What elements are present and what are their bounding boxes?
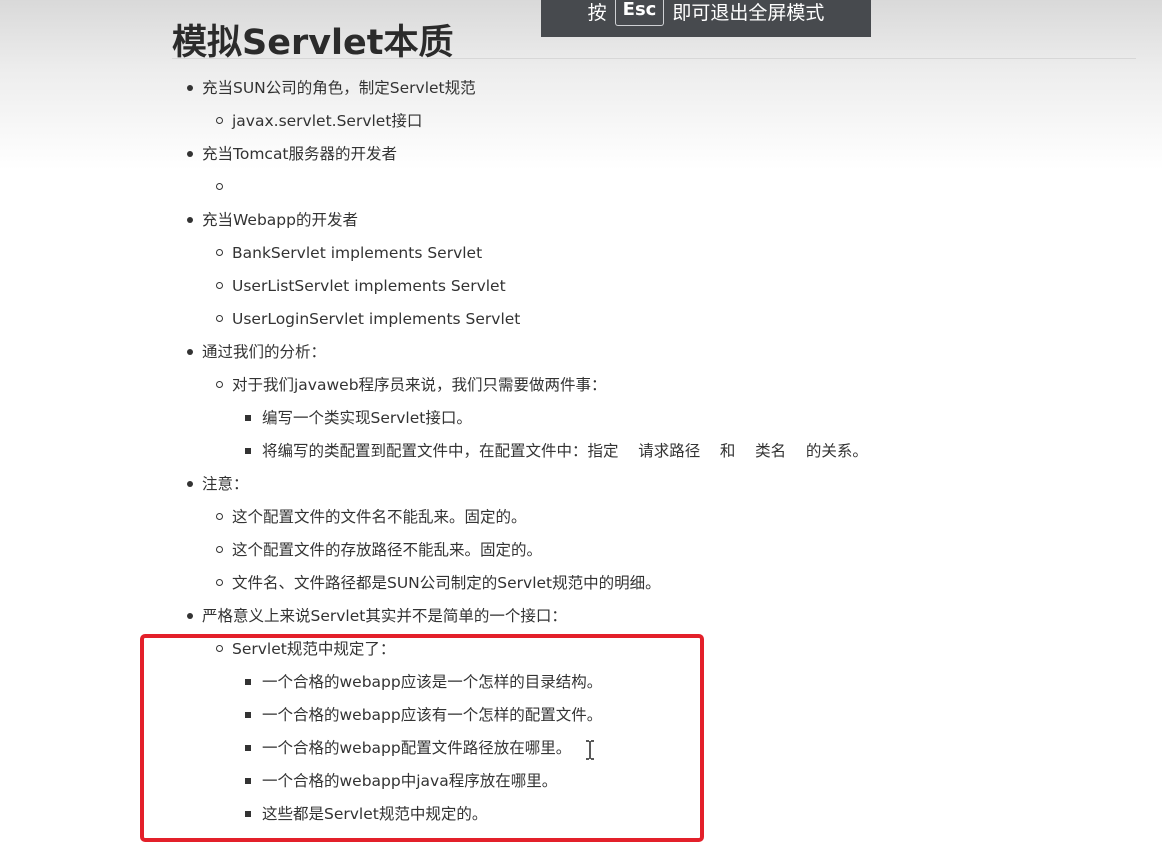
list-item-level2: javax.servlet.Servlet接口 bbox=[216, 110, 423, 132]
list-item-text: 文件名、文件路径都是SUN公司制定的Servlet规范中的明细。 bbox=[232, 574, 661, 592]
list-item-level2: UserLoginServlet implements Servlet bbox=[216, 308, 521, 330]
list-item-text: 对于我们javaweb程序员来说，我们只需要做两件事： bbox=[232, 376, 607, 394]
list-item-level1: 注意： bbox=[187, 473, 249, 495]
list-item-text: 通过我们的分析： bbox=[202, 343, 327, 361]
list-item-text: 充当Webapp的开发者 bbox=[202, 211, 358, 229]
circle-bullet-icon bbox=[216, 579, 223, 586]
circle-bullet-icon bbox=[216, 513, 223, 520]
circle-bullet-icon bbox=[216, 546, 223, 553]
circle-bullet-icon bbox=[216, 117, 223, 124]
list-item-level1: 充当Tomcat服务器的开发者 bbox=[187, 143, 398, 165]
banner-rest-text: 即可退出全屏模式 bbox=[672, 2, 825, 24]
list-item-text: 编写一个类实现Servlet接口。 bbox=[262, 409, 472, 427]
highlight-annotation-box bbox=[140, 634, 704, 842]
disc-bullet-icon bbox=[187, 349, 193, 355]
list-item-text: 这个配置文件的存放路径不能乱来。固定的。 bbox=[232, 541, 543, 559]
list-item-text: 注意： bbox=[202, 475, 249, 493]
circle-bullet-icon bbox=[216, 315, 223, 322]
list-item-level2: UserListServlet implements Servlet bbox=[216, 275, 506, 297]
fullscreen-exit-banner: 按 Esc 即可退出全屏模式 bbox=[541, 0, 871, 37]
square-bullet-icon bbox=[245, 448, 251, 454]
square-bullet-icon bbox=[245, 415, 251, 421]
list-item-text: 严格意义上来说Servlet其实并不是简单的一个接口： bbox=[202, 607, 567, 625]
text-cursor-icon bbox=[586, 740, 594, 760]
list-item-level2: 这个配置文件的存放路径不能乱来。固定的。 bbox=[216, 539, 543, 561]
list-item-level3: 编写一个类实现Servlet接口。 bbox=[245, 407, 472, 429]
circle-bullet-icon bbox=[216, 249, 223, 256]
list-item-text: 充当Tomcat服务器的开发者 bbox=[202, 145, 398, 163]
circle-bullet-icon bbox=[216, 282, 223, 289]
disc-bullet-icon bbox=[187, 217, 193, 223]
list-item-level2: BankServlet implements Servlet bbox=[216, 242, 483, 264]
list-item-level1: 严格意义上来说Servlet其实并不是简单的一个接口： bbox=[187, 605, 567, 627]
list-item-level3: 将编写的类配置到配置文件中，在配置文件中：指定 请求路径 和 类名 的关系。 bbox=[245, 440, 868, 462]
circle-bullet-icon bbox=[216, 381, 223, 388]
list-item-text: javax.servlet.Servlet接口 bbox=[232, 112, 423, 130]
list-item-text: 这个配置文件的文件名不能乱来。固定的。 bbox=[232, 508, 527, 526]
list-item-level2: 文件名、文件路径都是SUN公司制定的Servlet规范中的明细。 bbox=[216, 572, 661, 594]
list-item-level2: 这个配置文件的文件名不能乱来。固定的。 bbox=[216, 506, 527, 528]
list-item-text: BankServlet implements Servlet bbox=[232, 244, 483, 262]
disc-bullet-icon bbox=[187, 481, 193, 487]
circle-bullet-icon bbox=[216, 183, 223, 190]
disc-bullet-icon bbox=[187, 613, 193, 619]
list-item-level1: 充当SUN公司的角色，制定Servlet规范 bbox=[187, 77, 476, 99]
list-item-text: UserLoginServlet implements Servlet bbox=[232, 310, 521, 328]
list-item-level2: 对于我们javaweb程序员来说，我们只需要做两件事： bbox=[216, 374, 607, 396]
disc-bullet-icon bbox=[187, 85, 193, 91]
list-item-text: 充当SUN公司的角色，制定Servlet规范 bbox=[202, 79, 476, 97]
title-divider bbox=[172, 58, 1136, 59]
list-item-level1: 充当Webapp的开发者 bbox=[187, 209, 358, 231]
list-item-text: UserListServlet implements Servlet bbox=[232, 277, 506, 295]
disc-bullet-icon bbox=[187, 151, 193, 157]
banner-press-text: 按 bbox=[587, 2, 607, 24]
list-item-text: 将编写的类配置到配置文件中，在配置文件中：指定 请求路径 和 类名 的关系。 bbox=[262, 442, 868, 460]
esc-key-hint: Esc bbox=[614, 0, 665, 26]
list-item-level1: 通过我们的分析： bbox=[187, 341, 327, 363]
